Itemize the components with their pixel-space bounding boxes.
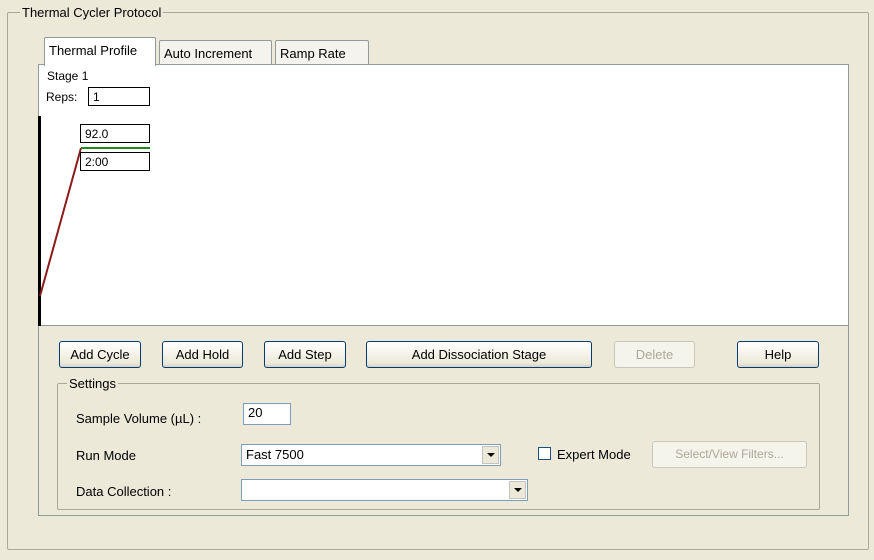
data-collection-dropdown-icon[interactable] bbox=[509, 481, 526, 499]
data-collection-select[interactable] bbox=[241, 479, 528, 501]
select-view-filters-button[interactable]: Select/View Filters... bbox=[652, 441, 807, 468]
thermal-profile-panel bbox=[38, 64, 849, 326]
run-mode-dropdown-icon[interactable] bbox=[482, 446, 499, 464]
run-mode-select[interactable]: Fast 7500 bbox=[241, 444, 501, 466]
tab-thermal-profile[interactable]: Thermal Profile bbox=[44, 37, 156, 66]
ramp-line bbox=[39, 147, 82, 297]
add-dissociation-stage-button[interactable]: Add Dissociation Stage bbox=[366, 341, 592, 368]
tab-auto-increment[interactable]: Auto Increment bbox=[159, 40, 272, 66]
tab-ramp-rate[interactable]: Ramp Rate bbox=[275, 40, 369, 66]
add-cycle-button[interactable]: Add Cycle bbox=[59, 341, 141, 368]
run-mode-value: Fast 7500 bbox=[246, 447, 304, 462]
thermal-profile-graph bbox=[38, 116, 150, 326]
run-mode-label: Run Mode bbox=[76, 448, 136, 463]
add-step-button[interactable]: Add Step bbox=[264, 341, 346, 368]
help-button[interactable]: Help bbox=[737, 341, 819, 368]
time-input[interactable]: 2:00 bbox=[80, 152, 150, 171]
expert-mode-checkbox[interactable] bbox=[538, 447, 551, 460]
settings-title: Settings bbox=[67, 376, 118, 391]
sample-volume-input[interactable]: 20 bbox=[243, 403, 291, 425]
thermal-cycler-protocol-title: Thermal Cycler Protocol bbox=[20, 5, 164, 20]
sample-volume-label: Sample Volume (µL) : bbox=[76, 411, 202, 426]
delete-button[interactable]: Delete bbox=[614, 341, 695, 368]
temperature-input[interactable]: 92.0 bbox=[80, 124, 150, 143]
add-hold-button[interactable]: Add Hold bbox=[162, 341, 243, 368]
expert-mode-label: Expert Mode bbox=[557, 447, 631, 462]
data-collection-label: Data Collection : bbox=[76, 484, 172, 499]
